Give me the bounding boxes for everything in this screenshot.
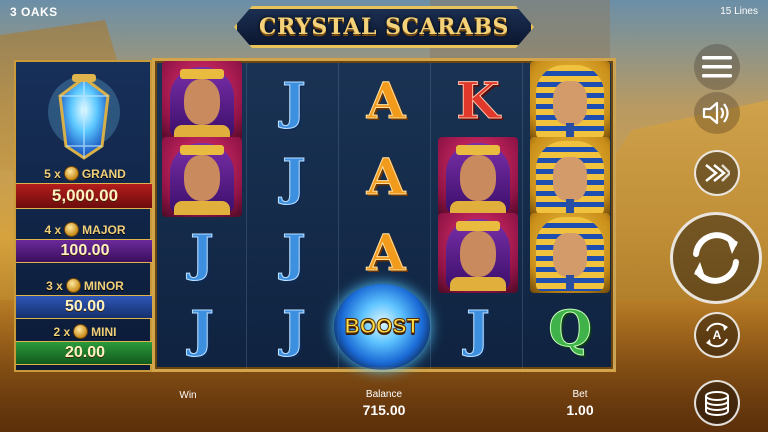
balance-value: 715.00 <box>362 402 406 418</box>
card-symbol-A: A <box>341 63 431 139</box>
card-letter: A <box>366 223 406 282</box>
bet-settings-button[interactable] <box>694 380 740 426</box>
reel-column: JJ <box>157 61 247 369</box>
jackpot-value: 100.00 <box>16 239 154 263</box>
queen-symbol <box>157 61 247 141</box>
jackpot-value: 50.00 <box>16 295 154 319</box>
card-symbol-J: J <box>157 215 247 291</box>
queen-portrait-icon <box>438 137 518 217</box>
pharaoh-portrait-icon <box>530 137 610 217</box>
jackpot-panel: 5 x GRAND 5,000.00 4 x MAJOR 100.00 3 x … <box>14 60 154 372</box>
card-letter: Q <box>548 299 593 358</box>
queen-portrait-icon <box>438 213 518 293</box>
menu-icon <box>702 56 732 78</box>
card-letter: J <box>282 299 307 358</box>
autoplay-button[interactable]: A <box>694 312 740 358</box>
jackpot-name: MAJOR <box>82 222 126 237</box>
card-letter: A <box>366 147 406 206</box>
card-letter: J <box>466 299 491 358</box>
jackpot-minor: 3 x MINOR 50.00 <box>16 278 154 319</box>
card-symbol-J: J <box>433 291 523 367</box>
card-symbol-J: J <box>157 291 247 367</box>
game-title: CRYSTAL SCARABS <box>259 14 509 40</box>
jackpot-mini: 2 x MINI 20.00 <box>16 324 154 365</box>
coin-icon <box>73 324 89 339</box>
pharaoh-symbol <box>525 61 615 141</box>
jackpot-name: GRAND <box>81 166 126 181</box>
card-symbol-J: J <box>249 215 339 291</box>
game-title-plate: CRYSTAL SCARABS <box>234 6 534 48</box>
pharaoh-portrait-icon <box>530 213 610 293</box>
pharaoh-symbol <box>525 137 615 217</box>
reel-column: KJ <box>433 63 523 369</box>
coin-icon <box>64 222 80 237</box>
jackpot-grand: 5 x GRAND 5,000.00 <box>16 166 154 209</box>
balance-display: Balance 715.00 <box>344 389 424 418</box>
sound-button[interactable] <box>694 92 740 134</box>
reel-column: Q <box>525 61 615 369</box>
menu-button[interactable] <box>694 44 740 90</box>
card-symbol-K: K <box>433 63 523 139</box>
card-letter: J <box>282 71 307 130</box>
jackpot-multiplier: 5 x <box>44 166 61 181</box>
card-letter: J <box>282 147 307 206</box>
reel-column: JJJJ <box>249 63 339 369</box>
card-symbol-A: A <box>341 215 431 291</box>
jackpot-name: MINOR <box>83 278 124 293</box>
bet-value: 1.00 <box>566 402 594 418</box>
card-letter: J <box>190 299 215 358</box>
provider-logo: 3 OAKS <box>10 5 58 19</box>
sound-icon <box>702 101 729 125</box>
win-display: Win <box>166 390 210 401</box>
card-symbol-J: J <box>249 63 339 139</box>
bet-display: Bet 1.00 <box>550 389 610 418</box>
coin-icon <box>65 278 81 293</box>
lines-count: 15 Lines <box>720 6 758 17</box>
queen-symbol <box>433 213 523 293</box>
win-label: Win <box>179 390 197 401</box>
queen-symbol <box>433 137 523 217</box>
autoplay-letter: A <box>712 328 722 342</box>
balance-label: Balance <box>365 389 403 400</box>
jackpot-major: 4 x MAJOR 100.00 <box>16 222 154 263</box>
queen-portrait-icon <box>162 61 242 141</box>
card-letter: A <box>366 71 406 130</box>
card-letter: K <box>456 71 500 130</box>
spin-icon <box>693 232 739 284</box>
bet-label: Bet <box>572 389 588 400</box>
queen-portrait-icon <box>162 137 242 217</box>
jackpot-multiplier: 2 x <box>53 324 71 339</box>
card-symbol-A: A <box>341 139 431 215</box>
jackpot-name: MINI <box>91 324 117 339</box>
turbo-icon <box>705 164 730 182</box>
card-letter: J <box>190 223 215 282</box>
pharaoh-portrait-icon <box>530 61 610 141</box>
spin-button[interactable] <box>670 212 762 304</box>
card-symbol-J: J <box>249 291 339 367</box>
card-symbol-Q: Q <box>525 291 615 367</box>
card-letter: J <box>282 223 307 282</box>
boost-symbol: BOOST <box>334 284 430 370</box>
jackpot-multiplier: 3 x <box>46 278 63 293</box>
jackpot-multiplier: 4 x <box>44 222 62 237</box>
boost-label: BOOST <box>344 315 420 339</box>
scarab-gem-icon <box>48 74 120 160</box>
pharaoh-symbol <box>525 213 615 293</box>
card-symbol-J: J <box>249 139 339 215</box>
jackpot-value: 5,000.00 <box>16 183 154 209</box>
bet-coins-icon <box>705 391 729 416</box>
jackpot-value: 20.00 <box>16 341 154 365</box>
queen-symbol <box>157 137 247 217</box>
turbo-button[interactable] <box>694 150 740 196</box>
coin-icon <box>63 166 79 181</box>
